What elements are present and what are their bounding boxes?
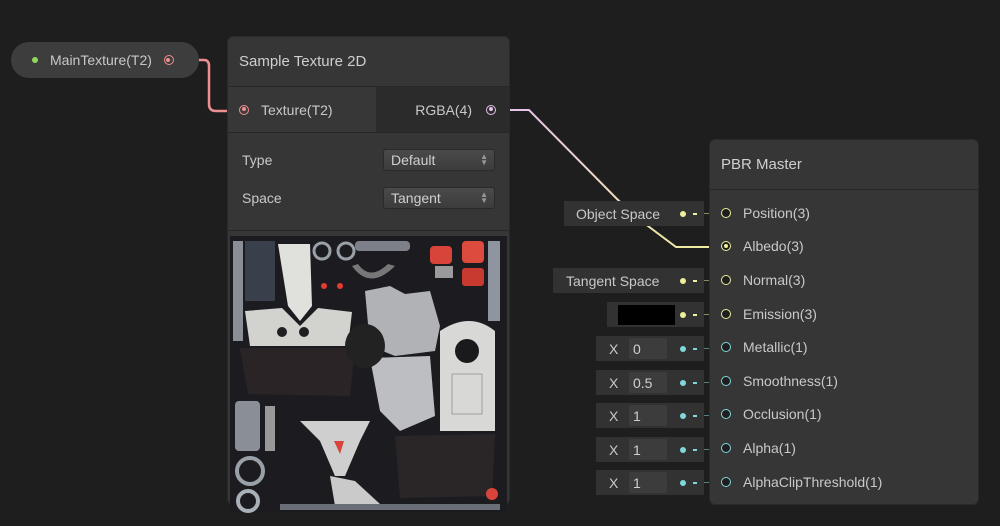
metallic-default-widget[interactable]: X 0: [596, 336, 714, 361]
slot-normal[interactable]: Normal(3): [710, 263, 978, 297]
axis-label: X: [609, 340, 619, 357]
slot-metallic[interactable]: Metallic(1): [710, 330, 978, 364]
setting-label: Space: [242, 190, 282, 206]
emission-default-widget[interactable]: [607, 302, 714, 327]
slot-emission[interactable]: Emission(3): [710, 297, 978, 331]
connector-dash: [693, 481, 697, 484]
updown-arrows-icon: ▲ ▼: [480, 152, 488, 167]
dropdown-value: Tangent: [391, 190, 441, 206]
alphaclip-value-field[interactable]: 1: [629, 472, 667, 493]
widget-port: [680, 345, 686, 352]
metallic-value-field[interactable]: 0: [629, 338, 667, 359]
space-label: Tangent Space: [566, 272, 660, 289]
property-label: MainTexture(T2): [50, 52, 152, 68]
slot-label: Emission(3): [743, 305, 817, 322]
slot-label: Metallic(1): [743, 339, 808, 356]
slot-position[interactable]: Position(3): [710, 196, 978, 230]
widget-port: [680, 379, 686, 386]
connector-dash: [693, 212, 697, 215]
connector-dash: [693, 347, 697, 350]
slot-alphaclipthreshold[interactable]: AlphaClipThreshold(1): [710, 465, 978, 499]
space-dropdown[interactable]: Tangent ▲ ▼: [383, 187, 495, 209]
slot-label: Albedo(3): [743, 238, 804, 255]
input-port-position[interactable]: [721, 207, 731, 218]
input-port-metallic[interactable]: [721, 342, 731, 353]
texture-preview: [230, 236, 507, 513]
input-port-texture[interactable]: [239, 104, 249, 115]
occlusion-default-widget[interactable]: X 1: [596, 403, 714, 428]
connector-dash: [693, 313, 697, 316]
input-port-emission[interactable]: [721, 308, 731, 319]
slot-label: Smoothness(1): [743, 372, 838, 389]
smoothness-value-field[interactable]: 0.5: [629, 372, 667, 393]
occlusion-value-field[interactable]: 1: [629, 405, 667, 426]
slot-label: Position(3): [743, 204, 810, 221]
connector-dash: [693, 414, 697, 417]
slot-alpha[interactable]: Alpha(1): [710, 431, 978, 465]
output-slot-rgba[interactable]: RGBA(4): [376, 87, 509, 132]
widget-port: [680, 446, 686, 453]
axis-label: X: [609, 441, 619, 458]
slot-smoothness[interactable]: Smoothness(1): [710, 364, 978, 398]
input-port-albedo[interactable]: [721, 241, 731, 252]
setting-type: Type Default ▲ ▼: [242, 141, 495, 179]
emission-color-swatch[interactable]: [618, 304, 675, 325]
space-label: Object Space: [576, 205, 661, 222]
input-port-occlusion[interactable]: [721, 409, 731, 420]
input-port-normal[interactable]: [721, 274, 731, 285]
connector-dash: [693, 448, 697, 451]
edge-rgba-to-albedo[interactable]: [497, 109, 723, 248]
setting-space: Space Tangent ▲ ▼: [242, 179, 495, 217]
input-slot-texture[interactable]: Texture(T2): [228, 87, 376, 132]
slot-label: Occlusion(1): [743, 406, 822, 423]
axis-label: X: [609, 407, 619, 424]
input-port-smoothness[interactable]: [721, 375, 731, 386]
alpha-value-field[interactable]: 1: [629, 439, 667, 460]
sample-texture-2d-node[interactable]: Sample Texture 2D Texture(T2) RGBA(4) Ty…: [228, 37, 509, 513]
slot-label: AlphaClipThreshold(1): [743, 473, 883, 490]
pbr-master-node[interactable]: PBR Master Position(3) Albedo(3) Normal(…: [710, 140, 978, 504]
normal-default-widget[interactable]: Tangent Space: [553, 268, 714, 293]
alphaclip-default-widget[interactable]: X 1: [596, 470, 714, 495]
property-node-maintexture[interactable]: MainTexture(T2): [11, 42, 199, 78]
widget-port: [680, 277, 686, 284]
widget-port: [680, 311, 686, 318]
slot-label: Alpha(1): [743, 439, 796, 456]
axis-label: X: [609, 474, 619, 491]
input-port-alpha[interactable]: [721, 442, 731, 453]
widget-port: [680, 210, 686, 217]
output-port-rgba[interactable]: [486, 104, 496, 115]
position-default-widget[interactable]: Object Space: [564, 201, 714, 226]
slot-occlusion[interactable]: Occlusion(1): [710, 398, 978, 432]
smoothness-default-widget[interactable]: X 0.5: [596, 370, 714, 395]
connector-dash: [693, 381, 697, 384]
widget-port: [680, 412, 686, 419]
slot-albedo[interactable]: Albedo(3): [710, 230, 978, 264]
input-port-alphaclipthreshold[interactable]: [721, 476, 731, 487]
node-title[interactable]: Sample Texture 2D: [228, 37, 509, 87]
widget-port: [680, 479, 686, 486]
dropdown-value: Default: [391, 152, 436, 168]
property-exposed-indicator: [32, 57, 38, 63]
type-dropdown[interactable]: Default ▲ ▼: [383, 149, 495, 171]
axis-label: X: [609, 374, 619, 391]
input-label: Texture(T2): [261, 101, 333, 118]
connector-dash: [693, 279, 697, 282]
node-title[interactable]: PBR Master: [710, 140, 978, 190]
output-label: RGBA(4): [415, 101, 472, 118]
texture-atlas-image: [230, 236, 507, 513]
updown-arrows-icon: ▲ ▼: [480, 190, 488, 205]
output-port-texture[interactable]: [163, 55, 174, 65]
alpha-default-widget[interactable]: X 1: [596, 437, 714, 462]
slot-label: Normal(3): [743, 271, 806, 288]
setting-label: Type: [242, 152, 273, 168]
